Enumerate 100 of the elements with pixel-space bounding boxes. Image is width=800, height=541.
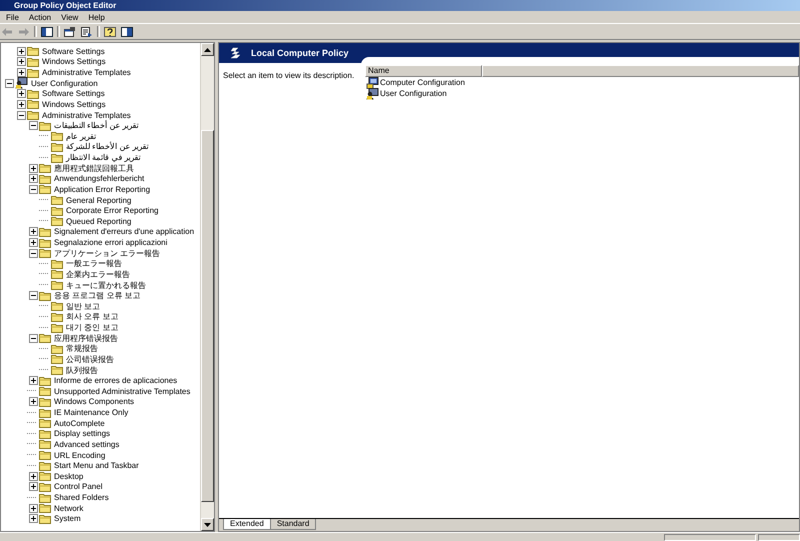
tab[interactable]: Standard <box>270 519 316 530</box>
tree-item[interactable]: System <box>52 514 83 524</box>
folder-icon <box>39 174 51 184</box>
expand-icon[interactable] <box>28 174 38 184</box>
tree-item[interactable]: General Reporting <box>64 196 134 205</box>
tree-item[interactable]: Start Menu and Taskbar <box>52 461 141 470</box>
tree-item[interactable]: Advanced settings <box>52 440 122 449</box>
menu-item[interactable]: View <box>56 12 84 22</box>
tree-item[interactable]: تقرير عن الأخطاء للشركة <box>64 142 151 152</box>
tree-item[interactable]: تقرير في قائمة الانتظار <box>64 153 143 162</box>
tree-item[interactable]: 一般エラー報告 <box>64 258 124 270</box>
tree-item[interactable]: User Configuration <box>29 78 100 88</box>
tree-item[interactable]: تقرير عن أخطاء التطبيقات <box>52 121 141 130</box>
expand-icon[interactable] <box>16 68 26 78</box>
expand-icon[interactable] <box>16 46 26 56</box>
user-computer-icon <box>15 77 28 90</box>
expand-icon[interactable] <box>28 397 38 406</box>
collapse-icon[interactable] <box>28 334 38 343</box>
expand-icon[interactable] <box>28 514 38 524</box>
folder-icon <box>39 120 51 131</box>
tree-item[interactable]: Software Settings <box>40 89 107 98</box>
collapse-icon[interactable] <box>28 248 38 258</box>
console-window-icon[interactable] <box>120 26 134 38</box>
folder-icon <box>39 408 51 418</box>
tree-item[interactable]: 应用程序错误报告 <box>52 332 120 344</box>
folder-icon <box>39 226 51 237</box>
collapse-icon[interactable] <box>28 291 38 300</box>
scroll-thumb[interactable] <box>201 130 214 502</box>
tree-item[interactable]: 公司错误报告 <box>64 354 116 365</box>
tree-item[interactable]: 일반 보고 <box>64 300 102 312</box>
tree-item[interactable]: キューに置かれる報告 <box>64 280 148 291</box>
expand-icon[interactable] <box>28 482 38 492</box>
expand-icon[interactable] <box>16 57 26 66</box>
folder-icon <box>39 514 51 524</box>
tree-item[interactable]: Desktop <box>52 472 86 481</box>
tree-item[interactable]: 队列报告 <box>64 364 100 376</box>
tree-item[interactable]: URL Encoding <box>52 450 108 460</box>
scroll-down-icon[interactable] <box>201 518 214 531</box>
tree-item[interactable]: 應用程式錯誤回報工具 <box>52 162 136 174</box>
expand-icon[interactable] <box>16 100 26 109</box>
tree-item[interactable]: 응용 프로그램 오류 보고 <box>52 290 143 302</box>
user-computer-icon <box>366 88 379 100</box>
properties-icon[interactable] <box>63 26 77 38</box>
folder-icon <box>39 482 51 492</box>
expand-icon[interactable] <box>28 227 38 236</box>
tree-item[interactable]: Administrative Templates <box>40 68 133 78</box>
menu-item[interactable]: Help <box>83 12 110 22</box>
collapse-icon[interactable] <box>28 184 38 194</box>
tree-item[interactable]: Informe de errores de aplicaciones <box>52 376 180 386</box>
tree-item[interactable]: Signalement d'erreurs d'une application <box>52 227 196 236</box>
tree-item[interactable]: IE Maintenance Only <box>52 408 130 418</box>
collapse-icon[interactable] <box>28 121 38 130</box>
expand-icon[interactable] <box>28 376 38 386</box>
tree-item[interactable]: Administrative Templates <box>40 110 133 120</box>
scroll-up-icon[interactable] <box>201 43 214 56</box>
help-icon[interactable] <box>103 26 117 38</box>
collapse-icon[interactable] <box>4 78 14 88</box>
tree-pane-icon[interactable] <box>40 26 54 38</box>
tree-item[interactable]: Corporate Error Reporting <box>64 206 160 216</box>
folder-icon <box>39 492 51 503</box>
list-item[interactable]: User Configuration <box>380 89 447 98</box>
expand-icon[interactable] <box>28 472 38 481</box>
menu-item[interactable]: File <box>1 12 24 22</box>
tree-item[interactable]: 대기 중인 보고 <box>64 322 120 334</box>
tree-item[interactable]: Windows Settings <box>40 100 108 109</box>
column-header[interactable]: Name <box>365 65 482 77</box>
export-list-icon[interactable] <box>80 26 94 38</box>
tree-item[interactable]: Unsupported Administrative Templates <box>52 386 192 396</box>
collapse-icon[interactable] <box>16 110 26 120</box>
folder-icon <box>39 439 51 450</box>
tree-item[interactable]: 회사 오류 보고 <box>64 311 120 322</box>
list-item[interactable]: Computer Configuration <box>380 78 465 87</box>
tree-item[interactable]: تقرير عام <box>64 132 98 141</box>
folder-icon <box>51 131 63 142</box>
tree-item[interactable]: 企業内エラー報告 <box>64 268 132 280</box>
tree-item[interactable]: Control Panel <box>52 482 104 492</box>
expand-icon[interactable] <box>28 164 38 173</box>
tree-item[interactable]: AutoComplete <box>52 418 107 428</box>
folder-icon <box>39 418 51 428</box>
tree-item[interactable]: Anwendungsfehlerbericht <box>52 174 146 184</box>
tree-item[interactable]: Queued Reporting <box>64 216 134 226</box>
folder-icon <box>51 216 63 226</box>
scrollbar[interactable] <box>200 43 214 531</box>
folder-icon <box>27 56 39 67</box>
tree-item[interactable]: Shared Folders <box>52 493 111 502</box>
tree-item[interactable]: Windows Components <box>52 397 136 406</box>
tree-item[interactable]: Network <box>52 504 86 513</box>
expand-icon[interactable] <box>16 89 26 98</box>
tree-item[interactable]: Software Settings <box>40 46 107 56</box>
expand-icon[interactable] <box>28 238 38 248</box>
folder-icon <box>39 333 51 344</box>
tree-item[interactable]: アプリケーション エラー報告 <box>52 248 162 259</box>
tree-item[interactable]: Segnalazione errori applicazioni <box>52 238 170 248</box>
tree-item[interactable]: 常规报告 <box>64 343 100 354</box>
tree-item[interactable]: Windows Settings <box>40 57 108 66</box>
tree-item[interactable]: Display settings <box>52 429 112 438</box>
tab[interactable]: Extended <box>223 519 271 530</box>
menu-item[interactable]: Action <box>24 12 56 22</box>
expand-icon[interactable] <box>28 504 38 513</box>
tree-item[interactable]: Application Error Reporting <box>52 184 152 194</box>
